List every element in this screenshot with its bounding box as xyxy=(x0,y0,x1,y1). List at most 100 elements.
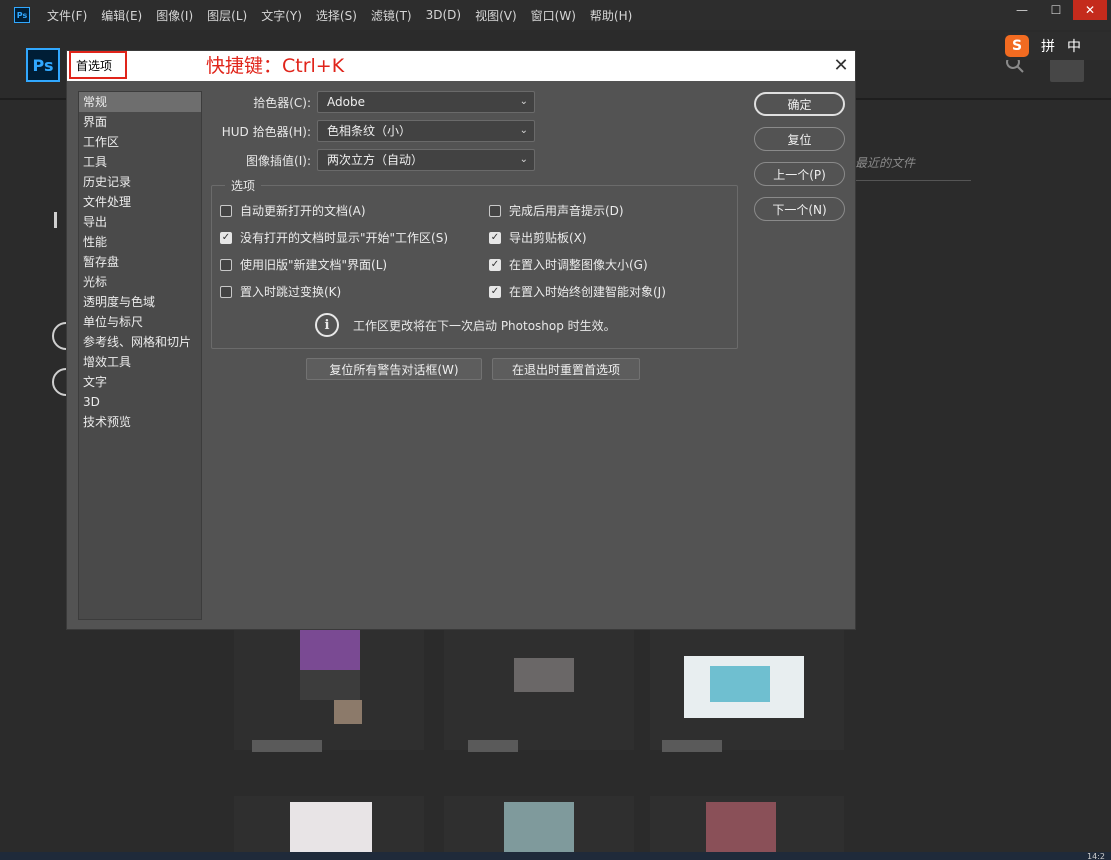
category-workspace[interactable]: 工作区 xyxy=(79,132,201,152)
category-type[interactable]: 文字 xyxy=(79,372,201,392)
sogou-ime-icon[interactable]: S xyxy=(1005,35,1029,57)
category-history[interactable]: 历史记录 xyxy=(79,172,201,192)
category-file-handling[interactable]: 文件处理 xyxy=(79,192,201,212)
menu-3d[interactable]: 3D(D) xyxy=(426,8,461,22)
ime-mode[interactable]: 拼 xyxy=(1041,36,1055,56)
category-tech-preview[interactable]: 技术预览 xyxy=(79,412,201,432)
recent-thumbnail[interactable] xyxy=(234,796,424,860)
category-3d[interactable]: 3D xyxy=(79,392,201,412)
minimize-button[interactable]: — xyxy=(1005,0,1039,20)
option-resize-on-place[interactable]: ✓ 在置入时调整图像大小(G) xyxy=(489,256,648,273)
photoshop-app-icon: Ps xyxy=(14,7,30,23)
chevron-down-icon: ⌄ xyxy=(519,96,528,107)
interpolation-row: 图像插值(I): 两次立方（自动） ⌄ xyxy=(217,149,535,171)
menu-view[interactable]: 视图(V) xyxy=(475,7,517,24)
color-picker-select[interactable]: Adobe ⌄ xyxy=(317,91,535,113)
window-controls: — ☐ ✕ xyxy=(1005,0,1107,20)
checkbox[interactable] xyxy=(220,285,232,298)
checkbox-checked[interactable]: ✓ xyxy=(220,231,232,244)
reset-warnings-button[interactable]: 复位所有警告对话框(W) xyxy=(306,358,482,380)
category-performance[interactable]: 性能 xyxy=(79,232,201,252)
clock: 14:2 xyxy=(1087,852,1105,860)
hud-picker-select[interactable]: 色相条纹（小） ⌄ xyxy=(317,120,535,142)
menu-filter[interactable]: 滤镜(T) xyxy=(371,7,412,24)
recent-thumbnail[interactable] xyxy=(650,796,844,860)
recent-thumbnail[interactable] xyxy=(234,630,424,752)
menubar: Ps 文件(F) 编辑(E) 图像(I) 图层(L) 文字(Y) 选择(S) 滤… xyxy=(0,0,1111,30)
reset-prefs-on-quit-button[interactable]: 在退出时重置首选项 xyxy=(492,358,640,380)
option-label: 没有打开的文档时显示"开始"工作区(S) xyxy=(240,231,449,245)
category-plugins[interactable]: 增效工具 xyxy=(79,352,201,372)
interpolation-label: 图像插值(I): xyxy=(246,153,311,168)
menu-image[interactable]: 图像(I) xyxy=(156,7,193,24)
recent-thumbnail[interactable] xyxy=(650,630,844,752)
option-export-clipboard[interactable]: ✓ 导出剪贴板(X) xyxy=(489,229,587,246)
menu-type[interactable]: 文字(Y) xyxy=(261,7,302,24)
dialog-titlebar: 首选项 快捷键：Ctrl+K ✕ xyxy=(67,51,855,81)
hud-picker-row: HUD 拾色器(H): 色相条纹（小） ⌄ xyxy=(217,120,535,142)
category-guides[interactable]: 参考线、网格和切片 xyxy=(79,332,201,352)
option-label: 导出剪贴板(X) xyxy=(509,231,587,245)
interpolation-select[interactable]: 两次立方（自动） ⌄ xyxy=(317,149,535,171)
checkbox[interactable] xyxy=(489,204,501,217)
shortcut-annotation: 快捷键：Ctrl+K xyxy=(206,55,345,77)
category-list: 常规 界面 工作区 工具 历史记录 文件处理 导出 性能 暂存盘 光标 透明度与… xyxy=(78,91,202,620)
recent-thumbnail[interactable] xyxy=(444,796,634,860)
menu-select[interactable]: 选择(S) xyxy=(316,7,357,24)
ime-language[interactable]: 中 xyxy=(1067,36,1081,56)
previous-button[interactable]: 上一个(P) xyxy=(754,162,845,186)
reset-button[interactable]: 复位 xyxy=(754,127,845,151)
info-icon: i xyxy=(315,313,339,337)
option-auto-update[interactable]: 自动更新打开的文档(A) xyxy=(220,202,366,219)
hud-picker-value: 色相条纹（小） xyxy=(327,124,412,138)
menu-edit[interactable]: 编辑(E) xyxy=(101,7,142,24)
category-general[interactable]: 常规 xyxy=(79,92,201,112)
category-interface[interactable]: 界面 xyxy=(79,112,201,132)
checkbox-checked[interactable]: ✓ xyxy=(489,231,501,244)
info-text: 工作区更改将在下一次启动 Photoshop 时生效。 xyxy=(353,318,616,333)
next-button[interactable]: 下一个(N) xyxy=(754,197,845,221)
option-label: 完成后用声音提示(D) xyxy=(509,204,624,218)
checkbox-checked[interactable]: ✓ xyxy=(489,258,501,271)
option-legacy-new-doc[interactable]: 使用旧版"新建文档"界面(L) xyxy=(220,256,387,273)
checkbox[interactable] xyxy=(220,258,232,271)
option-show-start-workspace[interactable]: ✓ 没有打开的文档时显示"开始"工作区(S) xyxy=(220,229,448,246)
option-smart-object-on-place[interactable]: ✓ 在置入时始终创建智能对象(J) xyxy=(489,283,666,300)
maximize-button[interactable]: ☐ xyxy=(1039,0,1073,20)
option-skip-transform[interactable]: 置入时跳过变换(K) xyxy=(220,283,341,300)
category-tools[interactable]: 工具 xyxy=(79,152,201,172)
option-label: 使用旧版"新建文档"界面(L) xyxy=(240,258,388,272)
menu-window[interactable]: 窗口(W) xyxy=(531,7,576,24)
window-close-button[interactable]: ✕ xyxy=(1073,0,1107,20)
category-scratch-disks[interactable]: 暂存盘 xyxy=(79,252,201,272)
ok-button[interactable]: 确定 xyxy=(754,92,845,116)
photoshop-logo: Ps xyxy=(26,48,60,82)
checkbox-checked[interactable]: ✓ xyxy=(489,285,501,298)
category-units[interactable]: 单位与标尺 xyxy=(79,312,201,332)
ime-toolbar: S 拼 中 xyxy=(1005,32,1111,60)
dialog-title: 首选项 xyxy=(69,51,127,79)
hud-picker-label: HUD 拾色器(H): xyxy=(221,124,311,139)
option-label: 在置入时调整图像大小(G) xyxy=(509,258,648,272)
option-label: 置入时跳过变换(K) xyxy=(240,285,342,299)
interpolation-value: 两次立方（自动） xyxy=(327,153,424,167)
category-export[interactable]: 导出 xyxy=(79,212,201,232)
chevron-down-icon: ⌄ xyxy=(519,125,528,136)
chevron-down-icon: ⌄ xyxy=(519,154,528,165)
option-beep-when-done[interactable]: 完成后用声音提示(D) xyxy=(489,202,624,219)
home-nav-indicator xyxy=(54,212,57,228)
category-cursors[interactable]: 光标 xyxy=(79,272,201,292)
color-picker-row: 拾色器(C): Adobe ⌄ xyxy=(217,91,535,113)
category-transparency[interactable]: 透明度与色域 xyxy=(79,292,201,312)
info-message: i 工作区更改将在下一次启动 Photoshop 时生效。 xyxy=(315,313,616,337)
menu-layer[interactable]: 图层(L) xyxy=(207,7,247,24)
taskbar xyxy=(0,852,1111,860)
option-label: 自动更新打开的文档(A) xyxy=(240,204,366,218)
recent-thumbnail[interactable] xyxy=(444,630,634,752)
color-picker-value: Adobe xyxy=(327,95,365,109)
checkbox[interactable] xyxy=(220,204,232,217)
preferences-dialog: 首选项 快捷键：Ctrl+K ✕ 常规 界面 工作区 工具 历史记录 文件处理 … xyxy=(66,50,856,630)
close-icon[interactable]: ✕ xyxy=(831,55,851,76)
menu-help[interactable]: 帮助(H) xyxy=(590,7,632,24)
menu-file[interactable]: 文件(F) xyxy=(47,7,87,24)
